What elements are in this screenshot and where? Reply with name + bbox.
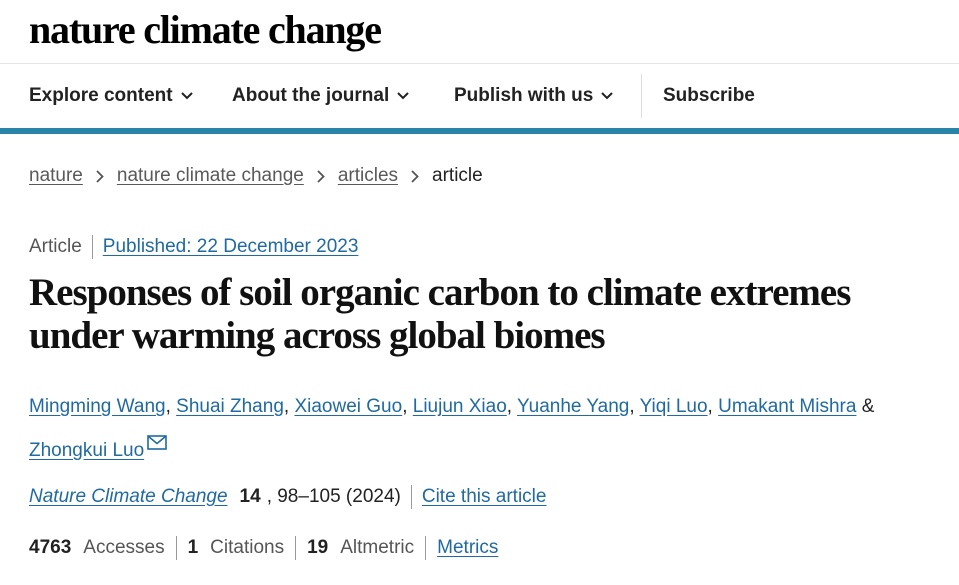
author-separator: ,	[402, 396, 408, 417]
volume-number: 14	[239, 486, 261, 507]
author-link[interactable]: Shuai Zhang	[176, 396, 284, 417]
published-date-link[interactable]: Published: 22 December 2023	[103, 236, 359, 258]
breadcrumb-nature-climate-change[interactable]: nature climate change	[117, 165, 304, 187]
author-link[interactable]: Umakant Mishra	[718, 396, 856, 417]
chevron-down-icon	[397, 92, 409, 100]
author-link[interactable]: Yuanhe Yang	[517, 396, 629, 417]
altmetric-score: 19	[307, 537, 329, 558]
metric-accesses: 4763 Accesses	[29, 536, 177, 560]
author-link[interactable]: Mingming Wang	[29, 396, 166, 417]
breadcrumb: nature nature climate change articles ar…	[29, 165, 483, 187]
nav-item-label: Explore content	[29, 85, 173, 106]
metric-citations: 1 Citations	[188, 536, 297, 560]
nav-explore-content[interactable]: Explore content	[29, 64, 193, 128]
article-metrics: 4763 Accesses 1 Citations 19 Altmetric M…	[29, 536, 498, 560]
author-link[interactable]: Liujun Xiao	[413, 396, 507, 417]
accesses-label: Accesses	[83, 537, 165, 558]
article-meta: Article Published: 22 December 2023	[29, 235, 358, 259]
chevron-right-icon	[96, 169, 104, 183]
author-link[interactable]: Xiaowei Guo	[294, 396, 402, 417]
nav-about-journal[interactable]: About the journal	[232, 64, 409, 128]
chevron-down-icon	[601, 92, 614, 100]
pages-year: , 98–105 (2024)	[267, 485, 412, 509]
main-nav: Explore content About the journal Publis…	[0, 64, 959, 134]
author-ampersand: &	[861, 396, 875, 417]
article-title: Responses of soil organic carbon to clim…	[29, 271, 851, 357]
nav-item-label: Subscribe	[663, 85, 755, 106]
breadcrumb-current: article	[432, 165, 483, 186]
metric-altmetric: 19 Altmetric	[307, 536, 427, 560]
nav-item-label: Publish with us	[454, 85, 594, 106]
nav-divider	[641, 74, 642, 118]
site-header: nature climate change	[0, 0, 959, 64]
journal-name-link[interactable]: Nature Climate Change	[29, 486, 228, 508]
citation-row: Nature Climate Change 14 , 98–105 (2024)…	[29, 485, 546, 509]
author-separator: ,	[506, 396, 513, 417]
article-type: Article	[29, 235, 93, 259]
breadcrumb-nature[interactable]: nature	[29, 165, 83, 187]
author-link-corresponding[interactable]: Zhongkui Luo	[29, 440, 144, 461]
nav-item-label: About the journal	[232, 85, 390, 106]
author-list: Mingming Wang, Shuai Zhang, Xiaowei Guo,…	[29, 388, 949, 470]
journal-logo[interactable]: nature climate change	[29, 6, 382, 53]
mail-icon[interactable]	[147, 426, 167, 464]
breadcrumb-articles[interactable]: articles	[338, 165, 398, 187]
author-link[interactable]: Yiqi Luo	[640, 396, 708, 417]
altmetric-label: Altmetric	[340, 537, 415, 558]
author-separator: ,	[165, 396, 171, 417]
metrics-link[interactable]: Metrics	[437, 537, 498, 559]
nav-publish-with-us[interactable]: Publish with us	[454, 64, 614, 128]
citations-count: 1	[187, 537, 199, 558]
author-separator: ,	[283, 396, 290, 417]
citations-label: Citations	[210, 537, 285, 558]
chevron-right-icon	[317, 169, 325, 183]
author-separator: ,	[629, 396, 635, 417]
cite-this-article-link[interactable]: Cite this article	[422, 486, 547, 508]
chevron-down-icon	[180, 92, 193, 100]
chevron-right-icon	[411, 169, 419, 183]
author-separator: ,	[707, 396, 713, 417]
accesses-count: 4763	[29, 537, 72, 558]
nav-subscribe[interactable]: Subscribe	[663, 64, 755, 128]
